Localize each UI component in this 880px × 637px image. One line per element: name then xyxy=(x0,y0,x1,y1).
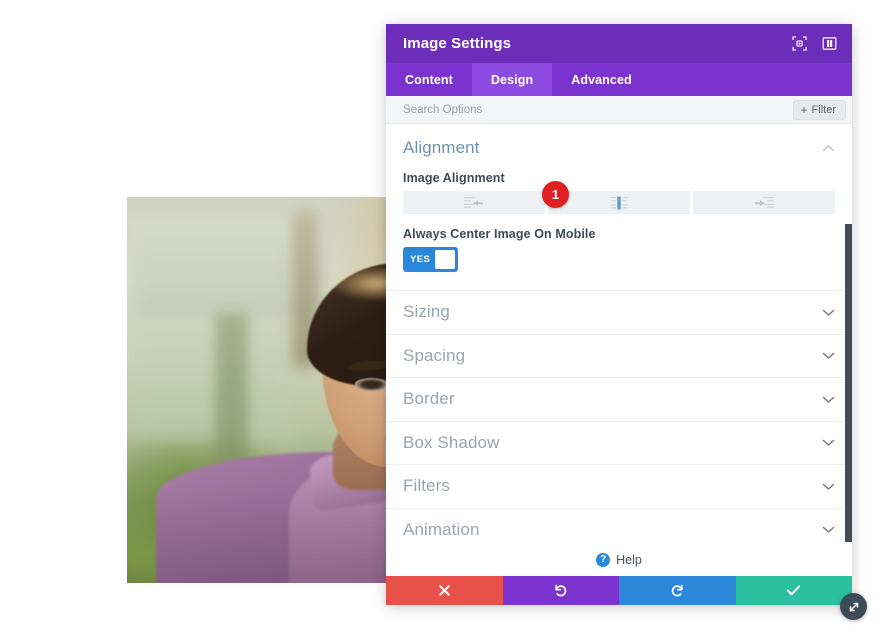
section-animation-title: Animation xyxy=(403,519,480,539)
redo-arrow-icon xyxy=(670,583,685,598)
image-alignment-label: Image Alignment xyxy=(403,171,505,185)
chevron-down-icon[interactable] xyxy=(822,525,835,534)
chevron-up-icon[interactable] xyxy=(822,144,835,153)
image-alignment-button-group: 1 xyxy=(403,181,835,214)
section-alignment: Alignment Image Alignment 1 Always Cente… xyxy=(386,124,852,291)
search-input[interactable] xyxy=(403,103,793,116)
tab-content[interactable]: Content xyxy=(386,63,472,96)
align-center-icon xyxy=(608,196,630,210)
settings-panel-body[interactable]: Alignment Image Alignment 1 Always Cente… xyxy=(386,124,852,542)
redo-button[interactable] xyxy=(619,576,736,605)
close-x-icon xyxy=(438,584,451,597)
help-label: Help xyxy=(616,552,642,567)
section-filters[interactable]: Filters xyxy=(386,465,852,509)
undo-button[interactable] xyxy=(502,576,619,605)
section-border[interactable]: Border xyxy=(386,378,852,422)
image-settings-modal: Image Settings Content Design Advanced S… xyxy=(386,24,852,605)
section-box-shadow-title: Box Shadow xyxy=(403,432,500,452)
section-border-title: Border xyxy=(403,389,455,409)
toggle-knob xyxy=(435,250,455,269)
search-options-bar: + Filter xyxy=(386,96,852,124)
align-center-option[interactable] xyxy=(548,191,690,214)
align-right-option[interactable] xyxy=(693,191,835,214)
align-right-icon xyxy=(753,196,775,210)
section-box-shadow[interactable]: Box Shadow xyxy=(386,422,852,465)
section-sizing-title: Sizing xyxy=(403,302,450,322)
modal-header: Image Settings xyxy=(386,24,852,63)
step-badge-1: 1 xyxy=(542,181,569,208)
section-alignment-header[interactable]: Alignment xyxy=(403,138,835,158)
help-question-icon: ? xyxy=(596,552,611,567)
resize-handle[interactable] xyxy=(840,593,867,620)
checkmark-icon xyxy=(786,584,801,597)
section-sizing[interactable]: Sizing xyxy=(386,291,852,335)
always-center-mobile-toggle[interactable]: YES xyxy=(403,247,458,272)
align-left-icon xyxy=(463,196,485,210)
expand-icon[interactable] xyxy=(790,35,808,53)
section-spacing-title: Spacing xyxy=(403,345,466,365)
layout-panel-icon[interactable] xyxy=(820,35,838,53)
modal-tabbar: Content Design Advanced xyxy=(386,63,852,96)
chevron-down-icon[interactable] xyxy=(822,438,835,447)
section-filters-title: Filters xyxy=(403,476,450,496)
modal-footer-actions xyxy=(386,576,852,605)
cancel-button[interactable] xyxy=(386,576,503,605)
chevron-down-icon[interactable] xyxy=(822,482,835,491)
align-left-option[interactable] xyxy=(403,191,545,214)
section-alignment-title: Alignment xyxy=(403,138,480,157)
chevron-down-icon[interactable] xyxy=(822,308,835,317)
section-animation[interactable]: Animation xyxy=(386,509,852,543)
section-spacing[interactable]: Spacing xyxy=(386,335,852,378)
tab-design[interactable]: Design xyxy=(471,63,553,96)
filter-button-label: Filter xyxy=(811,103,836,116)
save-button[interactable] xyxy=(735,576,852,605)
chevron-down-icon[interactable] xyxy=(822,351,835,360)
help-row[interactable]: ? Help xyxy=(386,542,852,576)
panel-scrollbar-thumb[interactable] xyxy=(845,224,852,542)
undo-arrow-icon xyxy=(553,583,568,598)
chevron-down-icon[interactable] xyxy=(822,395,835,404)
panel-scrollbar[interactable] xyxy=(845,224,852,542)
always-center-mobile-label: Always Center Image On Mobile xyxy=(403,227,596,241)
page-root: Image Settings Content Design Advanced S… xyxy=(0,0,880,637)
tab-advanced[interactable]: Advanced xyxy=(552,63,651,96)
plus-icon: + xyxy=(800,102,808,117)
toggle-state-label: YES xyxy=(410,254,431,265)
header-icon-group xyxy=(790,35,838,53)
filter-button[interactable]: + Filter xyxy=(792,99,846,120)
page-title: Image Settings xyxy=(403,35,512,52)
